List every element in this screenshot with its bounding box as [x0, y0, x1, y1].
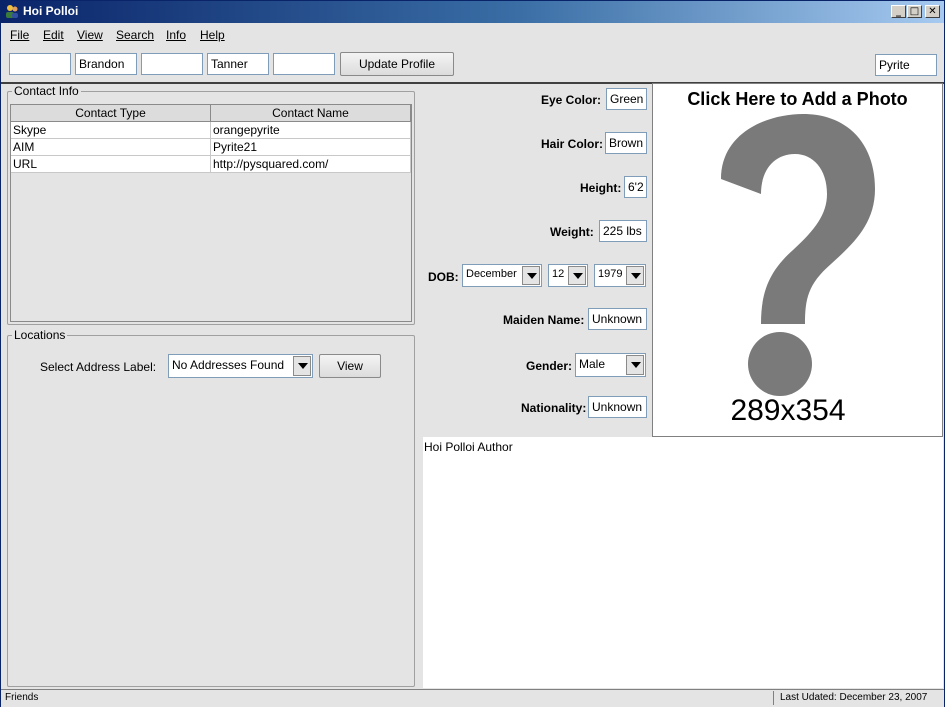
- title-bar[interactable]: Hoi Polloi _ □ ✕: [1, 1, 944, 23]
- gender-value: Male: [579, 357, 606, 371]
- column-header-contact-name[interactable]: Contact Name: [211, 105, 411, 121]
- chevron-down-icon[interactable]: [626, 355, 644, 375]
- nationality-field[interactable]: Unknown: [588, 396, 647, 418]
- maiden-name-field[interactable]: Unknown: [588, 308, 647, 330]
- menu-search[interactable]: Search: [116, 28, 154, 42]
- update-profile-button[interactable]: Update Profile: [340, 52, 454, 76]
- photo-placeholder[interactable]: Click Here to Add a Photo 289x354: [652, 83, 943, 437]
- notes-text: Hoi Polloi Author: [424, 440, 513, 454]
- window-title: Hoi Polloi: [23, 4, 79, 18]
- contact-type-cell[interactable]: URL: [11, 156, 211, 172]
- nickname-field[interactable]: Pyrite: [875, 54, 937, 76]
- nationality-label: Nationality:: [521, 401, 587, 415]
- contact-info-title: Contact Info: [12, 84, 81, 98]
- address-label-select[interactable]: No Addresses Found: [168, 354, 313, 378]
- hair-color-label: Hair Color:: [541, 137, 604, 151]
- hair-color-field[interactable]: Brown: [605, 132, 647, 154]
- gender-select[interactable]: Male: [575, 353, 646, 377]
- status-right-panel: Last Udated: December 23, 2007: [773, 691, 942, 705]
- menu-view[interactable]: View: [77, 28, 103, 42]
- menu-file[interactable]: File: [10, 28, 29, 42]
- eye-color-field[interactable]: Green: [606, 88, 647, 110]
- dob-day-value: 12: [552, 268, 565, 280]
- height-label: Height:: [580, 181, 622, 195]
- name-suffix-field[interactable]: [273, 53, 335, 75]
- close-button[interactable]: ✕: [925, 5, 940, 18]
- chevron-down-icon[interactable]: [522, 266, 540, 285]
- weight-label: Weight:: [550, 225, 594, 239]
- contact-type-cell[interactable]: AIM: [11, 139, 211, 155]
- chevron-down-icon[interactable]: [568, 266, 586, 285]
- question-mark-icon: [721, 114, 875, 396]
- minimize-button[interactable]: _: [891, 5, 906, 18]
- maximize-button[interactable]: □: [907, 5, 922, 18]
- status-bar: Friends Last Udated: December 23, 2007: [1, 689, 944, 707]
- middle-name-field[interactable]: [141, 53, 203, 75]
- menu-help[interactable]: Help: [200, 28, 225, 42]
- weight-field[interactable]: 225 lbs: [599, 220, 647, 242]
- address-label-text: Select Address Label:: [40, 360, 157, 374]
- menu-edit[interactable]: Edit: [43, 28, 64, 42]
- table-row[interactable]: Skype orangepyrite: [11, 122, 411, 139]
- dob-month-select[interactable]: December: [462, 264, 542, 287]
- table-row[interactable]: URL http://pysquared.com/: [11, 156, 411, 173]
- last-name-field[interactable]: Tanner: [207, 53, 269, 75]
- gender-label: Gender:: [526, 359, 573, 373]
- menu-info[interactable]: Info: [166, 28, 186, 42]
- contact-type-cell[interactable]: Skype: [11, 122, 211, 138]
- column-header-contact-type[interactable]: Contact Type: [11, 105, 211, 121]
- chevron-down-icon[interactable]: [293, 356, 311, 376]
- height-field[interactable]: 6'2: [624, 176, 647, 198]
- menu-bar: File Edit View Search Info Help: [1, 24, 944, 46]
- notes-area[interactable]: Hoi Polloi Author: [423, 437, 943, 688]
- dob-year-select[interactable]: 1979: [594, 264, 646, 287]
- toolbar: Brandon Tanner Update Profile Pyrite: [1, 46, 944, 84]
- name-prefix-field[interactable]: [9, 53, 71, 75]
- add-photo-title: Click Here to Add a Photo: [687, 89, 908, 109]
- photo-dimensions: 289x354: [730, 394, 846, 427]
- locations-group: Locations: [7, 328, 415, 687]
- chevron-down-icon[interactable]: [626, 266, 644, 285]
- app-people-icon: [6, 5, 18, 18]
- dob-month-value: December: [466, 268, 517, 280]
- view-address-button[interactable]: View: [319, 354, 381, 378]
- status-left-text: Friends: [5, 692, 39, 703]
- address-label-value: No Addresses Found: [172, 358, 285, 372]
- contact-name-cell[interactable]: http://pysquared.com/: [211, 156, 411, 172]
- contact-name-cell[interactable]: orangepyrite: [211, 122, 411, 138]
- contact-name-cell[interactable]: Pyrite21: [211, 139, 411, 155]
- dob-day-select[interactable]: 12: [548, 264, 588, 287]
- eye-color-label: Eye Color:: [541, 93, 602, 107]
- app-window: Hoi Polloi _ □ ✕ File Edit View Search I…: [0, 0, 945, 707]
- table-row[interactable]: AIM Pyrite21: [11, 139, 411, 156]
- contact-table-header: Contact Type Contact Name: [11, 105, 411, 122]
- first-name-field[interactable]: Brandon: [75, 53, 137, 75]
- locations-title: Locations: [12, 328, 68, 342]
- last-updated-text: Last Udated: December 23, 2007: [780, 692, 928, 703]
- maiden-name-label: Maiden Name:: [503, 313, 585, 327]
- contact-table[interactable]: Contact Type Contact Name Skype orangepy…: [10, 104, 412, 322]
- dob-label: DOB:: [428, 270, 459, 284]
- dob-year-value: 1979: [598, 268, 623, 280]
